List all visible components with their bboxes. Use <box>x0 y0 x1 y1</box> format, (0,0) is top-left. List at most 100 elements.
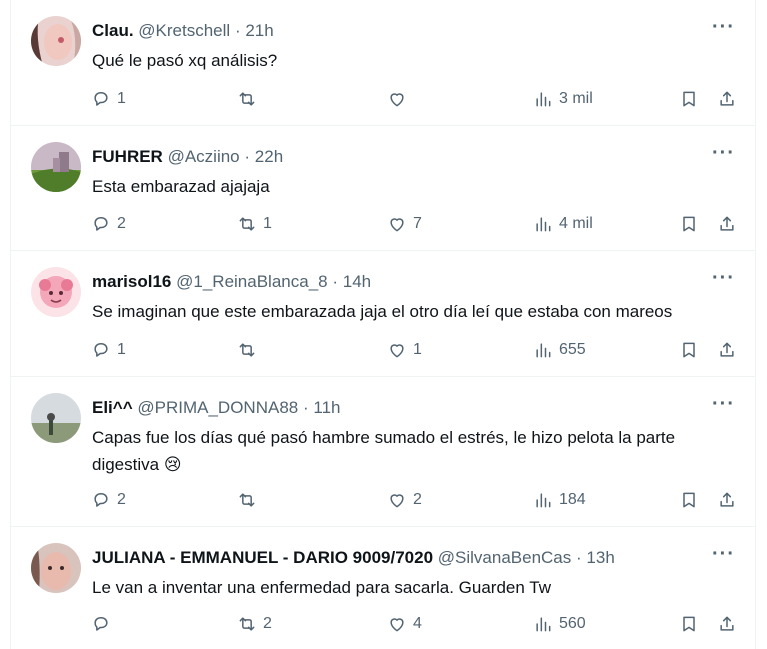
separator: · <box>244 147 251 166</box>
retweet-icon <box>239 493 255 507</box>
handle[interactable]: @PRIMA_DONNA88 <box>137 398 298 417</box>
tweet[interactable]: Eli^^ @PRIMA_DONNA88 · 11h ··· Capas fue… <box>11 377 755 527</box>
tweet-header: Clau. @Kretschell · 21h <box>92 20 695 42</box>
reply-button[interactable]: 2 <box>91 211 126 237</box>
avatar[interactable] <box>31 16 81 66</box>
bookmark-button[interactable] <box>679 211 699 237</box>
avatar[interactable] <box>31 142 81 192</box>
retweet-icon <box>239 92 255 106</box>
timestamp[interactable]: 13h <box>586 548 614 567</box>
more-options-button[interactable]: ··· <box>712 143 735 163</box>
reply-icon <box>94 493 108 507</box>
tweet-text: Le van a inventar una enfermedad para sa… <box>92 578 551 597</box>
avatar[interactable] <box>31 543 81 593</box>
reply-icon <box>94 343 108 357</box>
handle[interactable]: @1_ReinaBlanca_8 <box>176 272 327 291</box>
action-bar: 1 1 655 <box>91 337 735 363</box>
views-button[interactable]: 560 <box>533 611 586 637</box>
tweet[interactable]: JULIANA - EMMANUEL - DARIO 9009/7020 @Si… <box>11 527 755 649</box>
like-icon <box>390 344 404 358</box>
timestamp[interactable]: 11h <box>313 398 340 417</box>
bookmark-icon <box>683 616 695 632</box>
more-options-button[interactable]: ··· <box>712 17 735 37</box>
share-icon <box>720 492 734 507</box>
reply-icon <box>94 92 108 106</box>
view-count: 184 <box>559 491 586 508</box>
share-icon <box>720 91 734 106</box>
retweet-button[interactable]: 2 <box>237 611 272 637</box>
views-icon <box>536 217 551 232</box>
more-options-button[interactable]: ··· <box>712 544 735 564</box>
retweet-count: 1 <box>263 215 272 232</box>
tweet[interactable]: Clau. @Kretschell · 21h ··· Qué le pasó … <box>11 0 755 126</box>
bookmark-button[interactable] <box>679 611 699 637</box>
views-icon <box>536 92 551 107</box>
bookmark-button[interactable] <box>679 86 699 112</box>
avatar[interactable] <box>31 393 81 443</box>
retweet-icon <box>239 617 255 631</box>
handle[interactable]: @SilvanaBenCas <box>438 548 572 567</box>
like-button[interactable]: 2 <box>387 487 422 513</box>
views-button[interactable]: 3 mil <box>533 86 593 112</box>
handle[interactable]: @Acziino <box>168 147 240 166</box>
display-name[interactable]: Clau. <box>92 21 134 40</box>
reply-count: 1 <box>117 90 126 107</box>
tweet-header: FUHRER @Acziino · 22h <box>92 146 695 168</box>
like-icon <box>390 218 404 232</box>
like-button[interactable]: 7 <box>387 211 422 237</box>
reply-button[interactable]: 1 <box>91 337 126 363</box>
retweet-icon <box>239 343 255 357</box>
like-count: 4 <box>413 615 422 632</box>
views-button[interactable]: 655 <box>533 337 586 363</box>
bookmark-icon <box>683 492 695 508</box>
like-icon <box>390 93 404 107</box>
views-icon <box>536 617 551 632</box>
more-options-button[interactable]: ··· <box>712 394 735 414</box>
tweet[interactable]: marisol16 @1_ReinaBlanca_8 · 14h ··· Se … <box>11 251 755 377</box>
display-name[interactable]: FUHRER <box>92 147 163 166</box>
bookmark-button[interactable] <box>679 337 699 363</box>
like-button[interactable]: 1 <box>387 337 422 363</box>
avatar[interactable] <box>31 267 81 317</box>
bookmark-button[interactable] <box>679 487 699 513</box>
like-count: 7 <box>413 215 422 232</box>
display-name[interactable]: marisol16 <box>92 272 171 291</box>
retweet-button[interactable] <box>237 337 263 363</box>
share-icon <box>720 216 734 231</box>
retweet-button[interactable]: 1 <box>237 211 272 237</box>
timestamp[interactable]: 14h <box>343 272 371 291</box>
tweet-header: JULIANA - EMMANUEL - DARIO 9009/7020 @Si… <box>92 547 695 569</box>
timestamp[interactable]: 21h <box>245 21 273 40</box>
like-button[interactable]: 4 <box>387 611 422 637</box>
separator: · <box>234 21 241 40</box>
reply-button[interactable] <box>91 611 117 637</box>
share-button[interactable] <box>717 337 737 363</box>
tweet-text: Esta embarazad ajajaja <box>92 177 270 196</box>
share-button[interactable] <box>717 487 737 513</box>
action-bar: 1 3 mil <box>91 86 735 112</box>
reply-button[interactable]: 1 <box>91 86 126 112</box>
separator: · <box>576 548 582 567</box>
retweet-button[interactable] <box>237 487 263 513</box>
tweet-header: marisol16 @1_ReinaBlanca_8 · 14h <box>92 271 695 293</box>
share-button[interactable] <box>717 611 737 637</box>
reply-icon <box>94 217 108 231</box>
tweet-text: Se imaginan que este embarazada jaja el … <box>92 302 673 321</box>
views-button[interactable]: 4 mil <box>533 211 593 237</box>
tweet[interactable]: FUHRER @Acziino · 22h ··· Esta embarazad… <box>11 126 755 251</box>
share-icon <box>720 342 734 357</box>
like-button[interactable] <box>387 86 413 112</box>
bookmark-icon <box>683 91 695 107</box>
more-options-button[interactable]: ··· <box>712 268 735 288</box>
separator: · <box>302 398 309 417</box>
views-button[interactable]: 184 <box>533 487 586 513</box>
handle[interactable]: @Kretschell <box>138 21 230 40</box>
reply-button[interactable]: 2 <box>91 487 126 513</box>
timestamp[interactable]: 22h <box>255 147 283 166</box>
action-bar: 2 1 7 4 mil <box>91 211 735 237</box>
share-button[interactable] <box>717 211 737 237</box>
share-button[interactable] <box>717 86 737 112</box>
display-name[interactable]: Eli^^ <box>92 398 133 417</box>
display-name[interactable]: JULIANA - EMMANUEL - DARIO 9009/7020 <box>92 548 433 567</box>
retweet-button[interactable] <box>237 86 263 112</box>
